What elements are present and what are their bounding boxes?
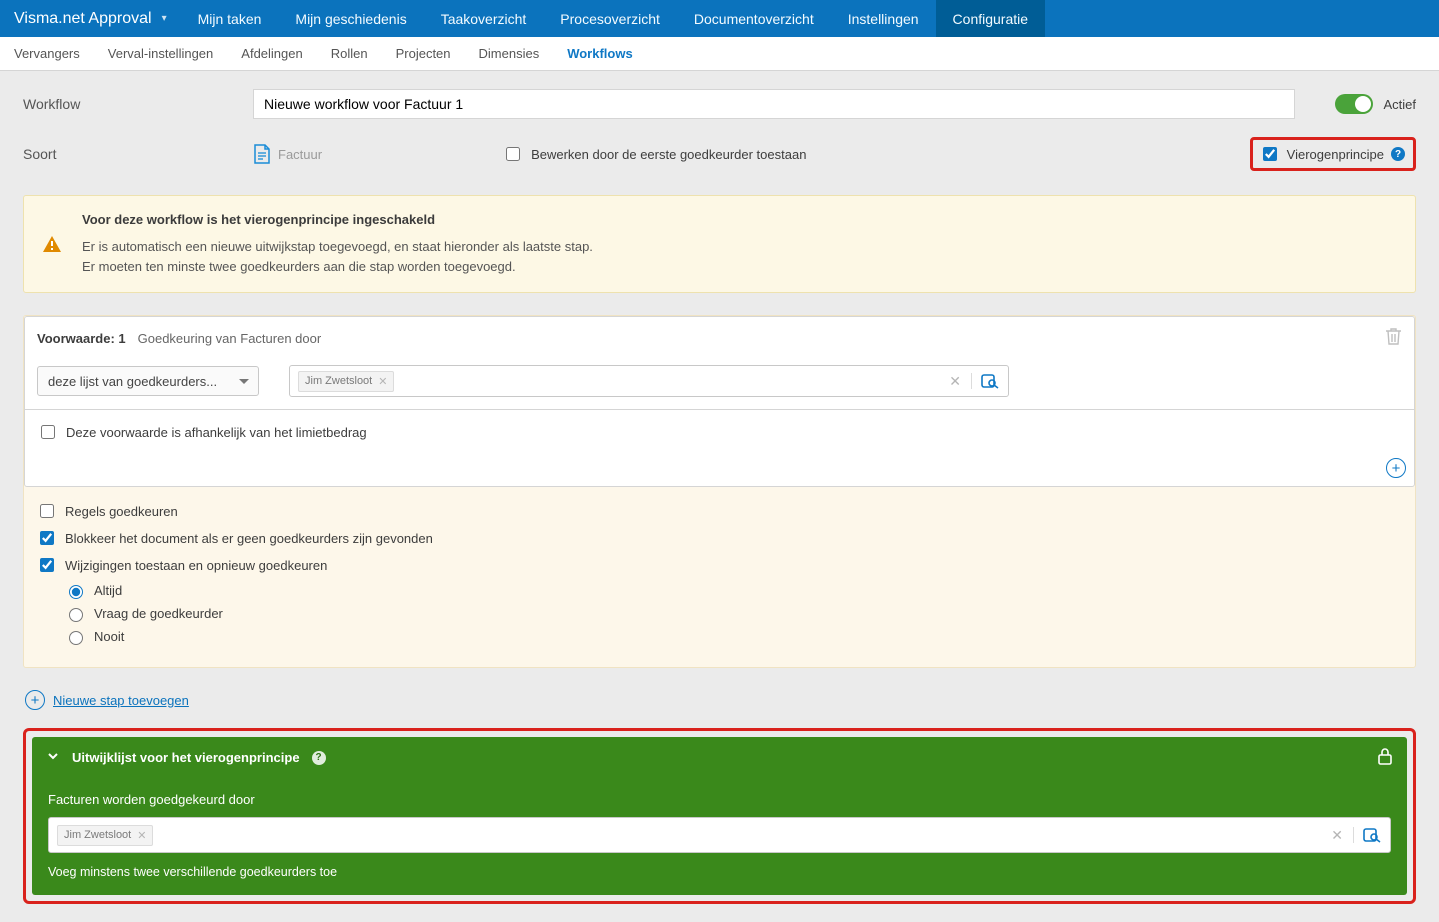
tab-documentoverzicht[interactable]: Documentoverzicht (677, 0, 831, 37)
add-condition-button[interactable]: + (1386, 458, 1406, 478)
clear-input-button[interactable]: ✕ (939, 373, 971, 390)
tab-mijn-taken[interactable]: Mijn taken (181, 0, 279, 37)
allow-changes-label: Wijzigingen toestaan en opnieuw goedkeur… (65, 558, 327, 573)
approver-mode-dropdown[interactable]: deze lijst van goedkeurders... (37, 366, 259, 396)
radio-ask[interactable]: Vraag de goedkeurder (64, 605, 1403, 622)
edit-first-approver-label: Bewerken door de eerste goedkeurder toes… (531, 147, 806, 162)
clear-input-button[interactable]: ✕ (1321, 827, 1353, 844)
tab-taakoverzicht[interactable]: Taakoverzicht (424, 0, 544, 37)
help-icon[interactable]: ? (1391, 147, 1405, 161)
condition-subtitle: Goedkeuring van Facturen door (138, 331, 322, 346)
fallback-approver-input[interactable]: Jim Zwetsloot ✕ ✕ (48, 817, 1391, 853)
approver-tag-input[interactable]: Jim Zwetsloot ✕ ✕ (289, 365, 1009, 397)
active-label: Actief (1383, 97, 1416, 112)
active-toggle[interactable] (1335, 94, 1373, 114)
invoice-icon (253, 144, 271, 164)
fallback-panel: Uitwijklijst voor het vierogenprincipe ?… (32, 737, 1407, 895)
subtab-rollen[interactable]: Rollen (317, 37, 382, 70)
radio-never[interactable]: Nooit (64, 628, 1403, 645)
brand-label: Visma.net Approval (14, 10, 152, 28)
kind-label: Factuur (278, 147, 322, 162)
four-eyes-label: Vierogenprincipe (1287, 147, 1384, 162)
remove-tag-button[interactable]: ✕ (137, 829, 146, 842)
banner-line2: Er moeten ten minste twee goedkeurders a… (82, 257, 593, 277)
subtab-verval-instellingen[interactable]: Verval-instellingen (94, 37, 228, 70)
four-eyes-warning-banner: Voor deze workflow is het vierogenprinci… (23, 195, 1416, 293)
subtab-afdelingen[interactable]: Afdelingen (227, 37, 316, 70)
collapse-fallback-button[interactable] (46, 749, 60, 766)
remove-tag-button[interactable]: ✕ (378, 375, 387, 388)
four-eyes-checkbox[interactable] (1263, 147, 1277, 161)
subtab-projecten[interactable]: Projecten (382, 37, 465, 70)
edit-first-approver-checkbox[interactable]: Bewerken door de eerste goedkeurder toes… (502, 144, 806, 164)
add-step-link[interactable]: Nieuwe stap toevoegen (53, 693, 189, 708)
four-eyes-highlight: Vierogenprincipe ? (1250, 137, 1416, 171)
depends-on-limit-label: Deze voorwaarde is afhankelijk van het l… (66, 425, 367, 440)
search-approver-button[interactable] (1353, 827, 1390, 843)
label-workflow: Workflow (23, 96, 253, 112)
approve-lines-label: Regels goedkeuren (65, 504, 178, 519)
banner-title: Voor deze workflow is het vierogenprinci… (82, 212, 593, 227)
label-soort: Soort (23, 146, 253, 162)
tab-procesoverzicht[interactable]: Procesoverzicht (543, 0, 677, 37)
tab-instellingen[interactable]: Instellingen (831, 0, 936, 37)
fallback-approver-tag: Jim Zwetsloot ✕ (57, 825, 153, 846)
depends-on-limit-checkbox[interactable]: Deze voorwaarde is afhankelijk van het l… (37, 422, 1402, 442)
subtab-workflows[interactable]: Workflows (553, 37, 647, 70)
brand[interactable]: Visma.net Approval ▾ (0, 0, 181, 37)
approver-tag: Jim Zwetsloot ✕ (298, 371, 394, 392)
block-no-approvers-checkbox[interactable]: Blokkeer het document als er geen goedke… (36, 528, 1403, 548)
condition-title: Voorwaarde: 1 (37, 331, 126, 346)
lock-icon (1377, 747, 1393, 768)
sub-nav: Vervangers Verval-instellingen Afdelinge… (0, 37, 1439, 71)
search-approver-button[interactable] (971, 373, 1008, 389)
workflow-name-input[interactable] (253, 89, 1295, 119)
delete-condition-button[interactable] (1385, 327, 1402, 349)
banner-line1: Er is automatisch een nieuwe uitwijkstap… (82, 237, 593, 257)
subtab-vervangers[interactable]: Vervangers (0, 37, 94, 70)
fallback-title: Uitwijklijst voor het vierogenprincipe (72, 750, 300, 765)
add-step-button[interactable]: + (25, 690, 45, 710)
fallback-hint: Voeg minstens twee verschillende goedkeu… (48, 865, 1391, 879)
fallback-highlight: Uitwijklijst voor het vierogenprincipe ?… (23, 728, 1416, 904)
allow-changes-checkbox[interactable]: Wijzigingen toestaan en opnieuw goedkeur… (36, 555, 1403, 575)
approver-tag-label: Jim Zwetsloot (305, 375, 372, 387)
subtab-dimensies[interactable]: Dimensies (465, 37, 554, 70)
tab-mijn-geschiedenis[interactable]: Mijn geschiedenis (278, 0, 423, 37)
fallback-approver-label: Jim Zwetsloot (64, 829, 131, 841)
top-nav: Visma.net Approval ▾ Mijn taken Mijn ges… (0, 0, 1439, 37)
chevron-down-icon: ▾ (162, 13, 167, 24)
tab-configuratie[interactable]: Configuratie (936, 0, 1046, 37)
workflow-step-card: Voorwaarde: 1 Goedkeuring van Facturen d… (23, 315, 1416, 668)
warning-icon (42, 212, 62, 276)
radio-always[interactable]: Altijd (64, 582, 1403, 599)
fallback-subtitle: Facturen worden goedgekeurd door (48, 792, 1391, 807)
block-no-approvers-label: Blokkeer het document als er geen goedke… (65, 531, 433, 546)
approve-lines-checkbox[interactable]: Regels goedkeuren (36, 501, 1403, 521)
help-icon[interactable]: ? (312, 751, 326, 765)
